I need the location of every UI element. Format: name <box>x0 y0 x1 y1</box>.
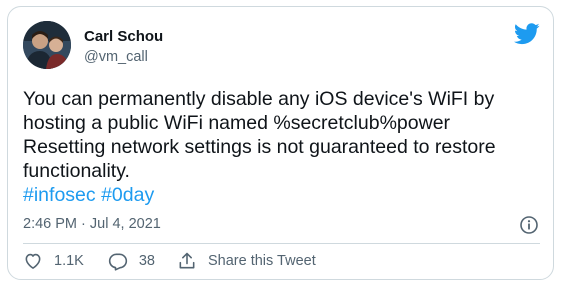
share-button[interactable]: Share this Tweet <box>177 251 316 271</box>
share-label: Share this Tweet <box>207 253 316 269</box>
tweet-text-line: hosting a public WiFi named %secretclub%… <box>23 112 451 134</box>
like-button[interactable]: 1.1K <box>23 251 84 271</box>
like-count: 1.1K <box>54 253 84 269</box>
tweet-actions: 1.1K 38 Share this Tweet <box>23 250 316 272</box>
tweet-text-line: functionality. <box>23 160 130 182</box>
tweet-timestamp[interactable]: 2:46 PM · Jul 4, 2021 <box>23 216 161 232</box>
hashtags: #infosec #0day <box>23 183 154 207</box>
reply-button[interactable]: 38 <box>108 251 155 271</box>
tweet-text-line: You can permanently disable any iOS devi… <box>23 88 495 110</box>
avatar[interactable] <box>23 21 71 69</box>
avatar-photo <box>23 21 71 69</box>
heart-icon <box>25 253 41 269</box>
author-name[interactable]: Carl Schou <box>84 28 163 45</box>
tweet-text: You can permanently disable any iOS devi… <box>23 87 543 183</box>
share-icon <box>179 252 195 269</box>
reply-count: 38 <box>138 253 155 269</box>
tweet-text-line: Resetting network settings is not guaran… <box>23 136 496 158</box>
tweet-card: Carl Schou @vm_call You can permanently … <box>7 6 554 280</box>
reply-icon <box>108 253 127 271</box>
author-handle[interactable]: @vm_call <box>84 49 148 65</box>
hashtag-link[interactable]: #0day <box>101 184 154 206</box>
twitter-bird-icon[interactable] <box>513 23 540 45</box>
hashtag-link[interactable]: #infosec <box>23 184 96 206</box>
divider <box>23 243 540 244</box>
info-icon[interactable] <box>519 215 539 235</box>
